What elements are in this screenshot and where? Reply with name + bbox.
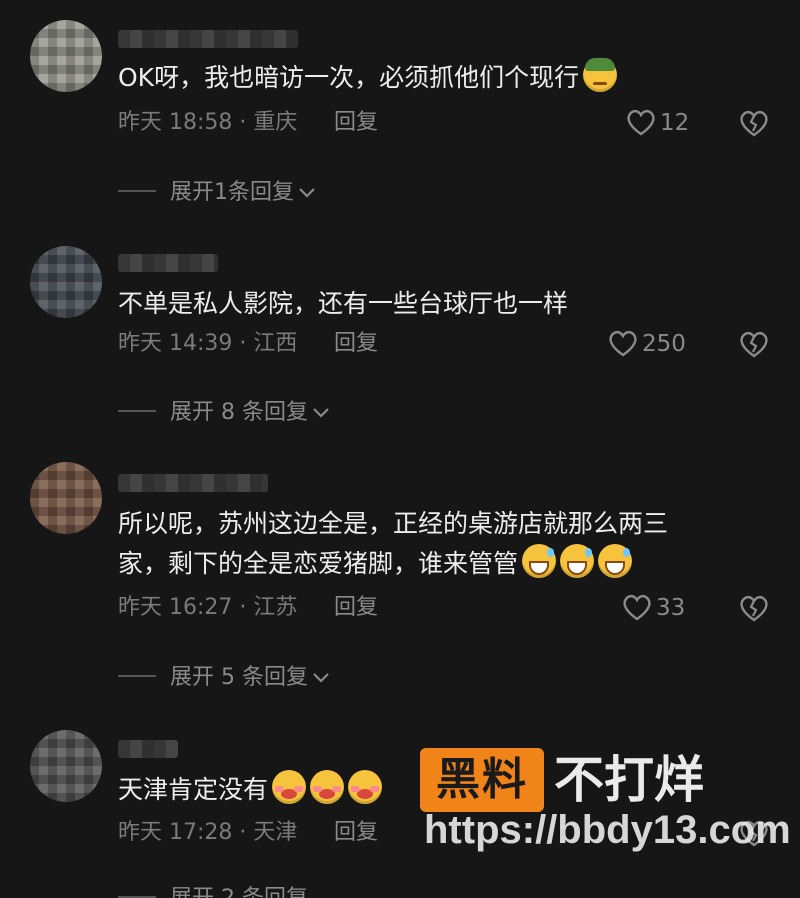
- reply-button[interactable]: 回复: [334, 108, 378, 138]
- comment-meta: 昨天 17:28 · 天津: [118, 820, 298, 845]
- divider-line: [118, 410, 156, 412]
- like-button[interactable]: 250: [608, 329, 686, 359]
- chevron-down-icon: [312, 398, 330, 428]
- dislike-button[interactable]: [738, 108, 770, 138]
- like-button[interactable]: 33: [622, 593, 685, 623]
- comment-meta: 昨天 14:39 · 江西: [118, 331, 298, 356]
- heart-outline-icon: [623, 594, 651, 621]
- heart-outline-icon: [627, 109, 655, 136]
- reply-button[interactable]: 回复: [334, 818, 378, 848]
- like-count: 250: [642, 331, 686, 357]
- reply-button[interactable]: 回复: [334, 329, 378, 359]
- expand-replies-button[interactable]: 展开 8 条回复: [118, 398, 330, 428]
- broken-heart-icon: [740, 331, 768, 358]
- reply-button[interactable]: 回复: [334, 593, 378, 623]
- soldier-emoji-icon: [583, 58, 618, 92]
- username-blurred[interactable]: [118, 740, 178, 758]
- like-count: 12: [660, 110, 690, 136]
- expand-replies-button[interactable]: 展开 5 条回复: [118, 663, 330, 693]
- blushing-emoji-icon: [348, 770, 383, 804]
- laughing-tears-emoji-icon: [560, 544, 595, 578]
- like-button[interactable]: 12: [626, 108, 689, 138]
- watermark-slogan: 不打烊: [554, 751, 704, 809]
- blushing-emoji-icon: [310, 770, 345, 804]
- blushing-emoji-icon: [272, 770, 307, 804]
- expand-replies-button[interactable]: 展开 2 条回复: [118, 880, 418, 898]
- broken-heart-icon: [740, 595, 768, 622]
- comment-text: OK呀，我也暗访一次，必须抓他们个现行: [118, 58, 710, 104]
- heart-outline-icon: [609, 330, 637, 357]
- comment-text: 所以呢，苏州这边全是，正经的桌游店就那么两三 家，剩下的全是恋爱猪脚，谁来管管: [118, 509, 669, 578]
- username-blurred[interactable]: [118, 254, 218, 272]
- comment-meta: 昨天 18:58 · 重庆: [118, 110, 298, 135]
- chevron-down-icon: [298, 178, 316, 208]
- avatar[interactable]: [30, 246, 102, 318]
- avatar[interactable]: [30, 730, 102, 802]
- expand-replies-button[interactable]: 展开1条回复: [118, 178, 316, 208]
- laughing-tears-emoji-icon: [522, 544, 557, 578]
- dislike-button[interactable]: [738, 329, 770, 359]
- laughing-tears-emoji-icon: [598, 544, 633, 578]
- divider-line: [118, 675, 156, 677]
- username-blurred[interactable]: [118, 474, 268, 492]
- watermark-url: https://bbdy13.com: [424, 808, 791, 852]
- divider-line: [118, 190, 156, 192]
- avatar[interactable]: [30, 20, 102, 92]
- chevron-down-icon: [312, 663, 330, 693]
- avatar[interactable]: [30, 462, 102, 534]
- comment-meta: 昨天 16:27 · 江苏: [118, 595, 298, 620]
- username-blurred[interactable]: [118, 30, 298, 48]
- like-count: 33: [656, 595, 686, 621]
- comment-text: 不单是私人影院，还有一些台球厅也一样: [118, 289, 569, 318]
- dislike-button[interactable]: [738, 593, 770, 623]
- broken-heart-icon: [740, 110, 768, 137]
- watermark-box: 黑料: [420, 748, 544, 812]
